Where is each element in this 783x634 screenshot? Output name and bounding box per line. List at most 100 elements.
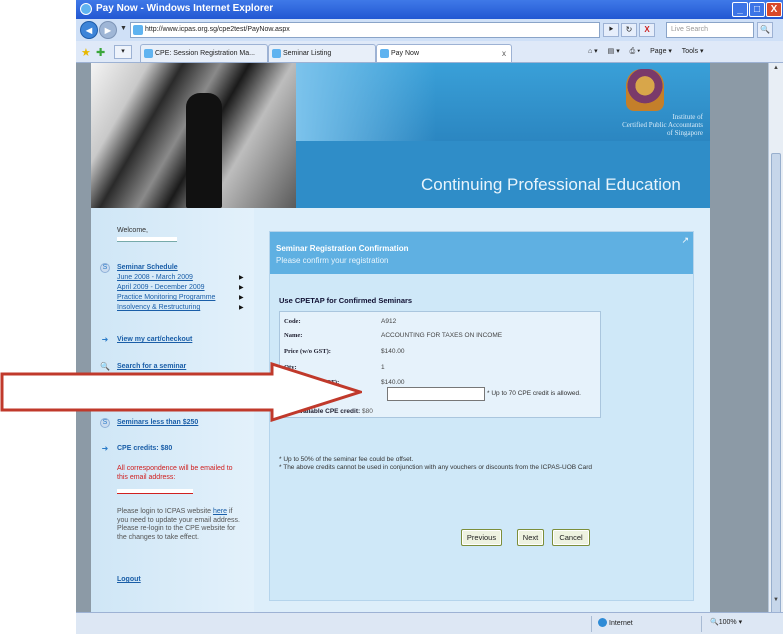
- home-icon[interactable]: ⌂ ▾: [588, 48, 598, 55]
- login-note: Please login to ICPAS website here if yo…: [117, 508, 242, 542]
- tab-label: Seminar Listing: [283, 50, 332, 57]
- note-vouchers: * The above credits cannot be used in co…: [279, 464, 593, 471]
- cart-arrow-icon: ➜: [101, 335, 109, 344]
- command-bar: ⌂ ▾ ▤ ▾ ⎙ ▾ Page ▾ Tools ▾: [588, 45, 712, 59]
- redacted-username: [117, 237, 177, 242]
- expand-icon[interactable]: ↗: [681, 235, 689, 246]
- scroll-down-icon[interactable]: ▼: [771, 597, 781, 609]
- schedule-link-apr2009[interactable]: April 2009 - December 2009: [117, 284, 205, 291]
- view-cart-link[interactable]: View my cart/checkout: [117, 336, 192, 343]
- row-label: Price (w/o GST):: [284, 348, 331, 355]
- panel-subtitle: Please confirm your registration: [276, 256, 389, 265]
- tab-list-button[interactable]: ▾: [114, 45, 132, 59]
- welcome-text: Welcome,: [117, 227, 148, 234]
- login-note-text: Please login to ICPAS website: [117, 508, 213, 515]
- terms-notes: * Up to 50% of the seminar fee could be …: [279, 456, 609, 472]
- back-button[interactable]: ◄: [80, 21, 98, 39]
- maximize-button[interactable]: □: [749, 2, 765, 17]
- page-icon: [133, 25, 143, 35]
- address-url: http://www.icpas.org.sg/cpe2test/PayNow.…: [145, 26, 290, 33]
- row-label: Name:: [284, 332, 303, 339]
- institute-name: Institute of Certified Public Accountant…: [622, 113, 703, 137]
- tab-label: CPE: Session Registration Ma...: [155, 50, 255, 57]
- correspondence-notice: All correspondence will be emailed to th…: [117, 465, 233, 481]
- arrow-right-icon: ▶: [239, 275, 244, 281]
- page-icon: [272, 49, 281, 58]
- go-icon[interactable]: ⯈: [603, 23, 619, 37]
- window-titlebar: Pay Now - Windows Internet Explorer _ □ …: [76, 0, 783, 19]
- tab-session-registration[interactable]: CPE: Session Registration Ma...: [140, 44, 268, 62]
- status-divider: [701, 616, 702, 632]
- search-input[interactable]: Live Search: [666, 22, 754, 38]
- next-button[interactable]: Next: [517, 529, 544, 546]
- tab-seminar-listing[interactable]: Seminar Listing: [268, 44, 376, 62]
- close-tab-icon[interactable]: x: [502, 45, 506, 62]
- schedule-link-insolvency[interactable]: Insolvency & Restructuring: [117, 304, 200, 311]
- cpe-credit-input[interactable]: [387, 387, 485, 401]
- minimize-button[interactable]: _: [732, 2, 748, 17]
- ie-icon: [80, 3, 92, 15]
- schedule-icon: S: [100, 263, 110, 273]
- credits-arrow-icon: ➜: [101, 444, 109, 453]
- row-value: ACCOUNTING FOR TAXES ON INCOME: [381, 332, 503, 339]
- page-icon: [144, 49, 153, 58]
- address-input[interactable]: http://www.icpas.org.sg/cpe2test/PayNow.…: [130, 22, 600, 38]
- zoom-value: 100%: [718, 619, 737, 626]
- banner-heading: Continuing Professional Education: [421, 175, 681, 194]
- row-value: $140.00: [381, 348, 405, 355]
- close-window-button[interactable]: X: [766, 2, 782, 17]
- red-pointer-arrow: [0, 362, 362, 422]
- zoom-level[interactable]: 🔍100% ▾: [710, 618, 742, 626]
- add-favorite-icon[interactable]: ✚: [96, 46, 105, 59]
- print-icon[interactable]: ⎙ ▾: [630, 48, 641, 55]
- tab-label: Pay Now: [391, 50, 420, 57]
- banner-band-highlight: [296, 63, 436, 141]
- scroll-up-icon[interactable]: ▲: [771, 65, 781, 77]
- previous-button[interactable]: Previous: [461, 529, 502, 546]
- window-title: Pay Now - Windows Internet Explorer: [96, 3, 274, 14]
- note-offset: * Up to 50% of the seminar fee could be …: [279, 456, 414, 463]
- banner-figure: [186, 93, 222, 208]
- section-heading: Use CPETAP for Confirmed Seminars: [279, 296, 413, 305]
- vertical-scrollbar[interactable]: ▲ ▼: [768, 63, 783, 633]
- page-menu[interactable]: Page ▾: [650, 48, 672, 55]
- tab-pay-now[interactable]: Pay Now x: [376, 44, 512, 62]
- history-dropdown-icon[interactable]: ▼: [120, 25, 127, 32]
- schedule-link-jun2008[interactable]: June 2008 - March 2009: [117, 274, 193, 281]
- total-value: $80: [361, 408, 373, 415]
- favorites-star-icon[interactable]: ★: [81, 46, 91, 59]
- zone-label: Internet: [609, 620, 633, 627]
- row-value: A912: [381, 318, 397, 325]
- status-divider: [591, 616, 592, 632]
- tab-bar: ★ ✚ ▾ CPE: Session Registration Ma... Se…: [76, 41, 783, 63]
- panel-header: Seminar Registration Confirmation Please…: [270, 232, 693, 274]
- cpe-credit-note: * Up to 70 CPE credit is allowed.: [487, 390, 581, 397]
- site-banner: Institute of Certified Public Accountant…: [91, 63, 710, 208]
- cancel-button[interactable]: Cancel: [552, 529, 590, 546]
- address-toolbar: ◄ ► ▼ http://www.icpas.org.sg/cpe2test/P…: [76, 19, 783, 41]
- redacted-email: [117, 489, 193, 494]
- page-icon: [380, 49, 389, 58]
- security-zone: Internet: [598, 618, 633, 627]
- status-bar: Internet 🔍100% ▾: [76, 612, 783, 634]
- refresh-icon[interactable]: ↻: [621, 23, 637, 37]
- arrow-right-icon: ▶: [239, 295, 244, 301]
- seminar-schedule-link[interactable]: Seminar Schedule: [117, 264, 178, 271]
- row-value: $140.00: [381, 379, 405, 386]
- row-label: Code:: [284, 318, 301, 325]
- icpas-here-link[interactable]: here: [213, 508, 227, 515]
- arrow-right-icon: ▶: [239, 285, 244, 291]
- tools-menu[interactable]: Tools ▾: [682, 48, 704, 55]
- search-icon[interactable]: 🔍: [757, 22, 773, 38]
- zoom-icon: 🔍: [710, 619, 719, 626]
- address-actions: ⯈ ↻ X: [603, 22, 663, 38]
- globe-icon: [598, 618, 607, 627]
- forward-button[interactable]: ►: [99, 21, 117, 39]
- arrow-right-icon: ▶: [239, 305, 244, 311]
- logout-link[interactable]: Logout: [117, 576, 141, 583]
- stop-icon[interactable]: X: [639, 23, 655, 37]
- feeds-icon[interactable]: ▤ ▾: [608, 48, 620, 55]
- panel-title: Seminar Registration Confirmation: [276, 244, 409, 253]
- schedule-link-practice-monitoring[interactable]: Practice Monitoring Programme: [117, 294, 215, 301]
- scrollbar-thumb[interactable]: [771, 153, 781, 633]
